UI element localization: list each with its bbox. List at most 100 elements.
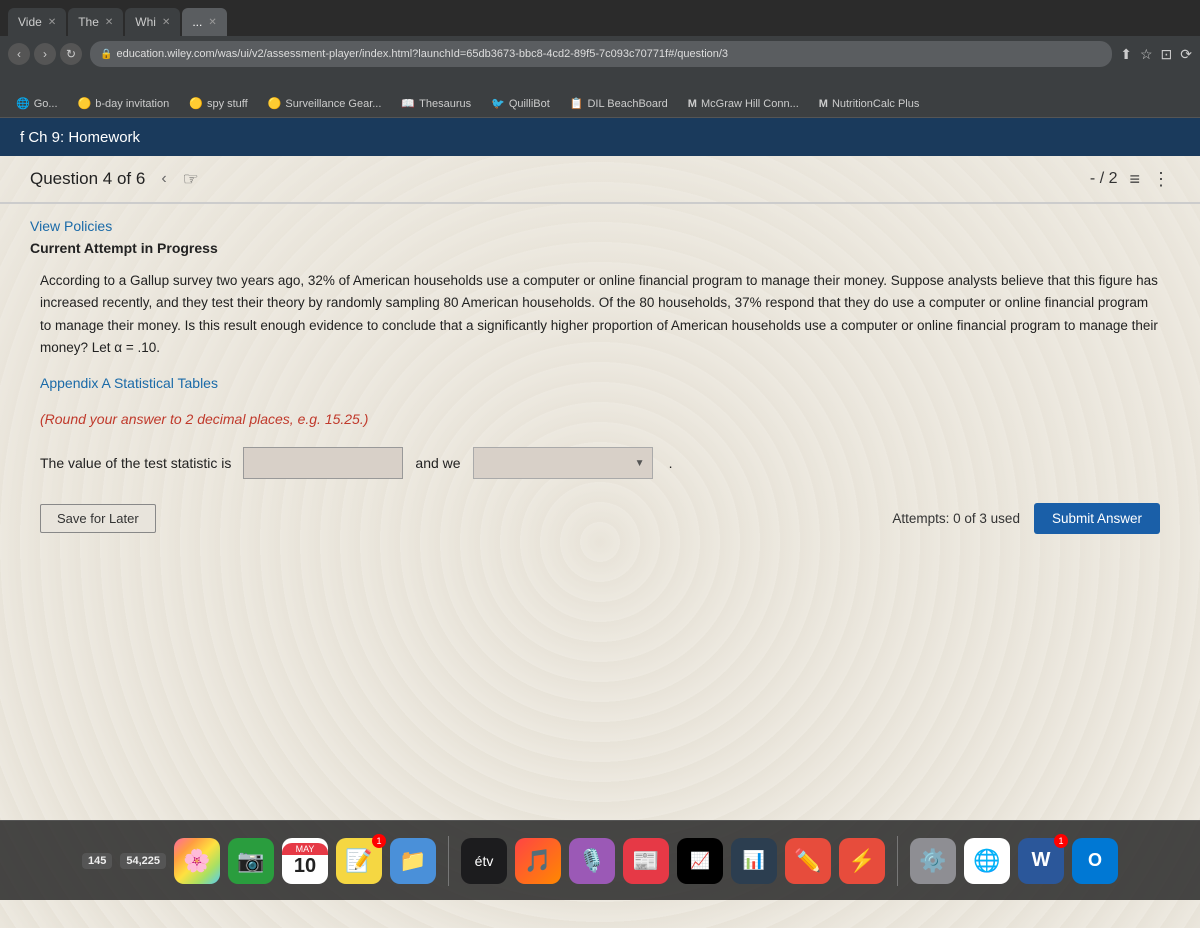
hand-icon: ☞ xyxy=(183,169,199,190)
view-policies-link[interactable]: View Policies xyxy=(30,218,1170,234)
dock-files[interactable]: 📁 xyxy=(390,838,436,884)
address-bar[interactable]: 🔒 education.wiley.com/was/ui/v2/assessme… xyxy=(90,41,1112,67)
facetime-icon: 📷 xyxy=(228,838,274,884)
music-icon: 🎵 xyxy=(515,838,561,884)
back-button[interactable]: ‹ xyxy=(8,43,30,65)
dock-bar-chart[interactable]: 📊 xyxy=(731,838,777,884)
dock-settings[interactable]: ⚙️ xyxy=(910,838,956,884)
address-bar-row: ‹ › ↻ 🔒 education.wiley.com/was/ui/v2/as… xyxy=(0,36,1200,72)
test-statistic-input[interactable] xyxy=(243,447,403,479)
answer-dropdown-wrapper: reject the null hypothesis fail to rejec… xyxy=(473,447,653,479)
quillibot-icon: 🐦 xyxy=(491,97,505,110)
tab-whi[interactable]: Whi ✕ xyxy=(125,8,180,36)
news-icon: 📰 xyxy=(623,838,669,884)
bookmark-nutrition[interactable]: M NutritionCalc Plus xyxy=(811,96,928,112)
answer-prefix-label: The value of the test statistic is xyxy=(40,455,231,471)
share-icon[interactable]: ⬆ xyxy=(1120,46,1132,63)
dil-icon: 📋 xyxy=(570,97,584,110)
conclusion-dropdown[interactable]: reject the null hypothesis fail to rejec… xyxy=(473,447,653,479)
current-attempt-label: Current Attempt in Progress xyxy=(30,240,1170,256)
files-icon: 📁 xyxy=(390,838,436,884)
score-area: - / 2 ≡ ⋮ xyxy=(1090,169,1170,190)
close-icon[interactable]: ✕ xyxy=(162,17,170,28)
round-instruction: (Round your answer to 2 decimal places, … xyxy=(30,411,1170,427)
dock-spark[interactable]: ⚡ xyxy=(839,838,885,884)
calendar-icon: MAY 10 xyxy=(282,838,328,884)
more-options-icon[interactable]: ⋮ xyxy=(1152,169,1170,190)
thesaurus-icon: 📖 xyxy=(401,97,415,110)
photos-icon: 🌸 xyxy=(174,838,220,884)
dock-photos[interactable]: 🌸 xyxy=(174,838,220,884)
bookmark-label: Surveillance Gear... xyxy=(285,98,381,110)
question-body-text: According to a Gallup survey two years a… xyxy=(30,270,1170,359)
bookmark-label: Go... xyxy=(34,98,58,110)
dock-stocks[interactable]: 📈 xyxy=(677,838,723,884)
bday-icon: 🟡 xyxy=(78,97,92,110)
stocks-icon: 📈 xyxy=(677,838,723,884)
forward-button[interactable]: › xyxy=(34,43,56,65)
bottom-row: Save for Later Attempts: 0 of 3 used Sub… xyxy=(30,503,1170,534)
tab-the[interactable]: The ✕ xyxy=(68,8,123,36)
dock: 145 54,225 🌸 📷 MAY 10 📝 1 📁 étv 🎵 🎙️ 📰 xyxy=(0,820,1200,900)
dock-word[interactable]: W 1 xyxy=(1018,838,1064,884)
dock-news[interactable]: 📰 xyxy=(623,838,669,884)
dock-notes[interactable]: 📝 1 xyxy=(336,838,382,884)
outlook-icon: O xyxy=(1072,838,1118,884)
bookmark-dil[interactable]: 📋 DIL BeachBoard xyxy=(562,95,676,112)
url-text: education.wiley.com/was/ui/v2/assessment… xyxy=(116,48,728,60)
bookmark-spy[interactable]: 🟡 spy stuff xyxy=(181,95,255,112)
dock-divider2 xyxy=(897,836,898,886)
dock-music[interactable]: 🎵 xyxy=(515,838,561,884)
submit-answer-button[interactable]: Submit Answer xyxy=(1034,503,1160,534)
bookmark-label: McGraw Hill Conn... xyxy=(701,98,799,110)
tab-label: The xyxy=(78,15,99,29)
bookmark-label: NutritionCalc Plus xyxy=(832,98,919,110)
bookmark-quillibot[interactable]: 🐦 QuilliBot xyxy=(483,95,558,112)
close-icon[interactable]: ✕ xyxy=(208,17,216,28)
bookmark-label: DIL BeachBoard xyxy=(587,98,667,110)
refresh-button[interactable]: ↻ xyxy=(60,43,82,65)
word-badge: 1 xyxy=(1054,834,1068,848)
save-for-later-button[interactable]: Save for Later xyxy=(40,504,156,533)
dock-tv[interactable]: étv xyxy=(461,838,507,884)
question-title: Question 4 of 6 xyxy=(30,169,145,189)
bookmark-thesaurus[interactable]: 📖 Thesaurus xyxy=(393,95,479,112)
list-icon[interactable]: ≡ xyxy=(1129,169,1140,190)
dock-divider xyxy=(448,836,449,886)
answer-row: The value of the test statistic is and w… xyxy=(30,447,1170,479)
dock-facetime[interactable]: 📷 xyxy=(228,838,274,884)
prev-question-button[interactable]: ‹ xyxy=(155,168,172,190)
tab-vide[interactable]: Vide ✕ xyxy=(8,8,66,36)
window-icon[interactable]: ⊡ xyxy=(1161,46,1173,63)
podcasts-icon: 🎙️ xyxy=(569,838,615,884)
dock-chrome[interactable]: 🌐 xyxy=(964,838,1010,884)
tab-bar: Vide ✕ The ✕ Whi ✕ ... ✕ xyxy=(0,0,1200,36)
mcgraw-icon: M xyxy=(688,98,697,110)
extension-icon[interactable]: ⟳ xyxy=(1180,46,1192,63)
surveillance-icon: 🟡 xyxy=(268,97,282,110)
bookmark-bday[interactable]: 🟡 b-day invitation xyxy=(70,95,178,112)
barchart-icon: 📊 xyxy=(731,838,777,884)
bookmark-mcgraw[interactable]: M McGraw Hill Conn... xyxy=(680,96,807,112)
star-icon[interactable]: ☆ xyxy=(1140,46,1153,63)
bookmark-surveillance[interactable]: 🟡 Surveillance Gear... xyxy=(260,95,390,112)
page-header: f Ch 9: Homework xyxy=(0,118,1200,156)
bookmark-label: b-day invitation xyxy=(95,98,169,110)
question-header: Question 4 of 6 ‹ ☞ - / 2 ≡ ⋮ xyxy=(0,156,1200,203)
lock-icon: 🔒 xyxy=(100,49,112,60)
chrome-icon: 🌐 xyxy=(964,838,1010,884)
bookmark-go[interactable]: 🌐 Go... xyxy=(8,95,66,112)
notability-icon: ✏️ xyxy=(785,838,831,884)
dock-outlook[interactable]: O xyxy=(1072,838,1118,884)
dock-calendar[interactable]: MAY 10 xyxy=(282,838,328,884)
appendix-link[interactable]: Appendix A Statistical Tables xyxy=(30,375,1170,391)
tab-label: ... xyxy=(192,15,202,29)
close-icon[interactable]: ✕ xyxy=(48,17,56,28)
attempts-counter: Attempts: 0 of 3 used xyxy=(892,511,1020,526)
bookmark-label: spy stuff xyxy=(207,98,248,110)
tab-active[interactable]: ... ✕ xyxy=(182,8,226,36)
dock-podcasts[interactable]: 🎙️ xyxy=(569,838,615,884)
dock-notability[interactable]: ✏️ xyxy=(785,838,831,884)
and-we-label: and we xyxy=(415,455,460,471)
close-icon[interactable]: ✕ xyxy=(105,17,113,28)
